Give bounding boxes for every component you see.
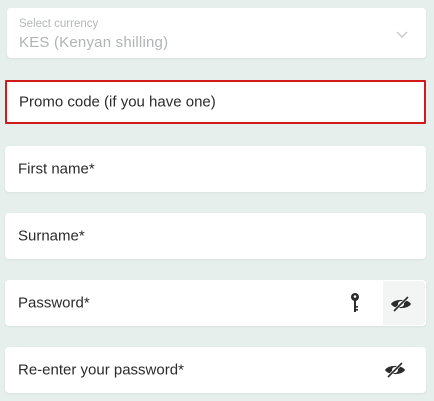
currency-value: KES (Kenyan shilling) (19, 34, 169, 51)
currency-select[interactable]: Select currency KES (Kenyan shilling) (7, 8, 426, 58)
key-icon[interactable] (349, 292, 361, 314)
reenter-password-field[interactable]: Re-enter your password* (5, 347, 426, 393)
chevron-down-icon[interactable] (396, 28, 408, 40)
password-visibility-toggle[interactable] (383, 281, 425, 325)
promo-code-field[interactable]: Promo code (if you have one) (5, 80, 426, 124)
promo-code-placeholder: Promo code (if you have one) (19, 93, 216, 111)
password-field[interactable]: Password* (5, 280, 426, 326)
surname-placeholder: Surname* (18, 227, 85, 245)
currency-label: Select currency (19, 18, 99, 30)
reenter-password-placeholder: Re-enter your password* (18, 361, 184, 379)
eye-slash-icon[interactable] (390, 296, 412, 312)
password-placeholder: Password* (18, 294, 90, 312)
surname-field[interactable]: Surname* (5, 213, 426, 259)
eye-slash-icon[interactable] (384, 362, 406, 378)
first-name-placeholder: First name* (18, 160, 95, 178)
first-name-field[interactable]: First name* (5, 146, 426, 192)
